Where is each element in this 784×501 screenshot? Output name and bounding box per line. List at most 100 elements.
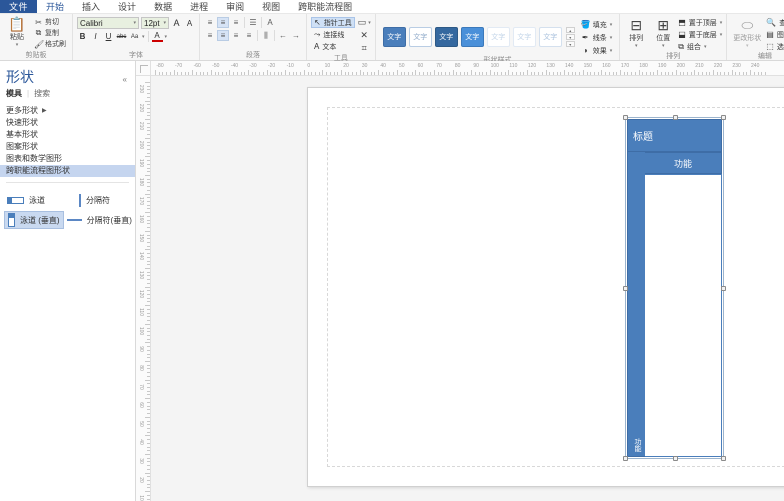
resize-handle-nw[interactable] [623, 115, 628, 120]
tab-view[interactable]: 视图 [253, 0, 289, 13]
resize-handle-e[interactable] [721, 286, 726, 291]
chevron-down-icon[interactable]: ▾ [704, 44, 707, 50]
line-button[interactable]: ✒ 线条 ▾ [581, 32, 613, 43]
sidebar-item-more-shapes[interactable]: 更多形状 ▶ [0, 105, 135, 117]
shape-style-thumb[interactable]: 文字 [513, 27, 536, 47]
position-button[interactable]: ⊞ 位置 ▾ [651, 17, 675, 49]
sidebar-item-basic-shapes[interactable]: 基本形状 [0, 129, 135, 141]
chevron-down-icon[interactable]: ▾ [610, 48, 613, 54]
font-color-button[interactable]: A [152, 31, 163, 42]
bold-button[interactable]: B [77, 31, 88, 42]
shape-style-thumb[interactable]: 文字 [435, 27, 458, 47]
align-center-button[interactable]: ≡ [217, 17, 229, 28]
chevron-down-icon[interactable]: ▾ [610, 22, 613, 28]
align-right-button[interactable]: ≡ [230, 17, 242, 28]
rectangle-tool-button[interactable]: ▭ ▾ [358, 17, 371, 28]
pointer-tool-button[interactable]: ↖ 指针工具 [311, 17, 355, 28]
tab-process[interactable]: 进程 [181, 0, 217, 13]
fill-button[interactable]: 🪣 填充 ▾ [581, 19, 613, 30]
strikethrough-button[interactable]: abc [116, 31, 127, 42]
italic-button[interactable]: I [90, 31, 101, 42]
tab-home[interactable]: 开始 [37, 0, 73, 13]
chevron-down-icon[interactable]: ▾ [610, 35, 613, 41]
chevron-down-icon[interactable]: ▾ [131, 20, 136, 26]
chevron-down-icon[interactable]: ▾ [662, 43, 665, 49]
bring-to-front-button[interactable]: ⬒ 置于顶层 ▾ [678, 17, 722, 28]
shape-style-thumb[interactable]: 文字 [409, 27, 432, 47]
shape-style-thumb[interactable]: 文字 [539, 27, 562, 47]
tab-review[interactable]: 审阅 [217, 0, 253, 13]
text-direction-button[interactable]: ⫼ [260, 30, 272, 41]
sidebar-item-cross-functional-flowchart-shapes[interactable]: 跨职能流程图形状 [0, 165, 135, 177]
align-left-button[interactable]: ≡ [204, 17, 216, 28]
format-painter-button[interactable]: 🖌 格式刷 [32, 39, 68, 49]
chevron-down-icon[interactable]: ▾ [161, 20, 166, 26]
shape-item-separator[interactable]: 分隔符 [76, 191, 113, 209]
bullets-button[interactable]: ☰ [247, 17, 259, 28]
chevron-down-icon[interactable]: ▾ [720, 20, 723, 26]
vertical-ruler[interactable]: 2302202102001901801701601501401301201101… [136, 76, 151, 501]
copy-button[interactable]: ⧉ 复制 [32, 28, 68, 38]
shape-item-lane-vertical[interactable]: 泳道 (垂直) [4, 211, 64, 229]
align-middle-button[interactable]: ≡ [217, 30, 229, 41]
gallery-more-button[interactable]: ▾ [566, 41, 575, 47]
tab-design[interactable]: 设计 [109, 0, 145, 13]
chevron-down-icon[interactable]: ▾ [142, 34, 145, 40]
chevron-down-icon[interactable]: ▾ [720, 32, 723, 38]
resize-handle-se[interactable] [721, 456, 726, 461]
swimlane-shape[interactable]: 标题 功能 功能 [627, 119, 722, 457]
paste-button[interactable]: 📋 粘贴 ▾ [4, 16, 30, 48]
gallery-scroll-down-button[interactable]: ▾ [566, 34, 575, 40]
drawing-page[interactable]: 标题 功能 功能 [307, 87, 784, 487]
chevron-down-icon[interactable]: ▾ [165, 34, 168, 40]
swimlane-lane-body[interactable] [645, 174, 722, 457]
layer-button[interactable]: ▤ 图层 ▾ [766, 29, 784, 40]
arrange-button[interactable]: ⊟ 排列 ▾ [624, 17, 648, 49]
canvas[interactable]: 标题 功能 功能 [151, 76, 784, 501]
align-bottom-button[interactable]: ≡ [230, 30, 242, 41]
change-shape-button[interactable]: ⬭ 更改形状 ▾ [731, 17, 763, 49]
justify-button[interactable]: ≡ [243, 30, 255, 41]
shape-item-lane[interactable]: 泳道 [4, 191, 76, 209]
find-button[interactable]: 🔍 查找 ▾ [766, 17, 784, 28]
sidebar-item-pattern-shapes[interactable]: 图案形状 [0, 141, 135, 153]
select-button[interactable]: ⬚ 选择 ▾ [766, 41, 784, 52]
align-top-button[interactable]: ≡ [204, 30, 216, 41]
swimlane-lane-band[interactable]: 功能 [627, 152, 645, 457]
resize-handle-sw[interactable] [623, 456, 628, 461]
cut-button[interactable]: ✂ 剪切 [32, 17, 68, 27]
resize-handle-s[interactable] [673, 456, 678, 461]
swimlane-title-bar[interactable]: 标题 [627, 119, 722, 152]
grow-font-button[interactable]: A [171, 18, 182, 29]
horizontal-ruler[interactable]: -80-70-60-50-40-30-20-100102030405060708… [136, 61, 784, 76]
shape-item-separator-vertical[interactable]: 分隔符(垂直) [64, 211, 135, 229]
chevron-down-icon[interactable]: ▾ [368, 20, 371, 26]
tab-cross-functional-flowchart[interactable]: 跨职能流程图 [289, 0, 361, 13]
collapse-panel-icon[interactable]: « [123, 75, 129, 84]
close-tool-button[interactable]: ✕ [358, 30, 371, 41]
shape-style-gallery[interactable]: 文字 文字 文字 文字 文字 文字 文字 ▴ ▾ ▾ 🪣 填充 ▾ ✒ 线条 [380, 16, 616, 56]
sidebar-item-chart-math-shapes[interactable]: 图表和数学图形 [0, 153, 135, 165]
shape-style-thumb[interactable]: 文字 [461, 27, 484, 47]
send-to-back-button[interactable]: ⬓ 置于底层 ▾ [678, 29, 722, 40]
tab-search[interactable]: 搜索 [34, 88, 50, 99]
chevron-down-icon[interactable]: ▾ [635, 43, 638, 49]
chevron-down-icon[interactable]: ▾ [16, 42, 19, 48]
decrease-indent-button[interactable]: ← [277, 30, 289, 41]
underline-button[interactable]: U [103, 31, 114, 42]
connector-tool-button[interactable]: ⤳ 连接线 [311, 29, 355, 40]
text-style-button[interactable]: A [264, 17, 276, 28]
change-case-button[interactable]: Aa [129, 31, 140, 42]
chevron-down-icon[interactable]: ▾ [746, 43, 749, 49]
resize-handle-n[interactable] [673, 115, 678, 120]
tab-file[interactable]: 文件 [0, 0, 37, 13]
tab-data[interactable]: 数据 [145, 0, 181, 13]
effect-button[interactable]: ◑ 效果 ▾ [581, 45, 613, 56]
sidebar-item-quick-shapes[interactable]: 快速形状 [0, 117, 135, 129]
shrink-font-button[interactable]: A [184, 18, 195, 29]
tab-insert[interactable]: 插入 [73, 0, 109, 13]
shape-style-thumb[interactable]: 文字 [487, 27, 510, 47]
swimlane-lane-header[interactable]: 功能 [645, 152, 722, 174]
tab-stencil[interactable]: 模具 [6, 88, 22, 99]
gallery-scroll-up-button[interactable]: ▴ [566, 27, 575, 33]
